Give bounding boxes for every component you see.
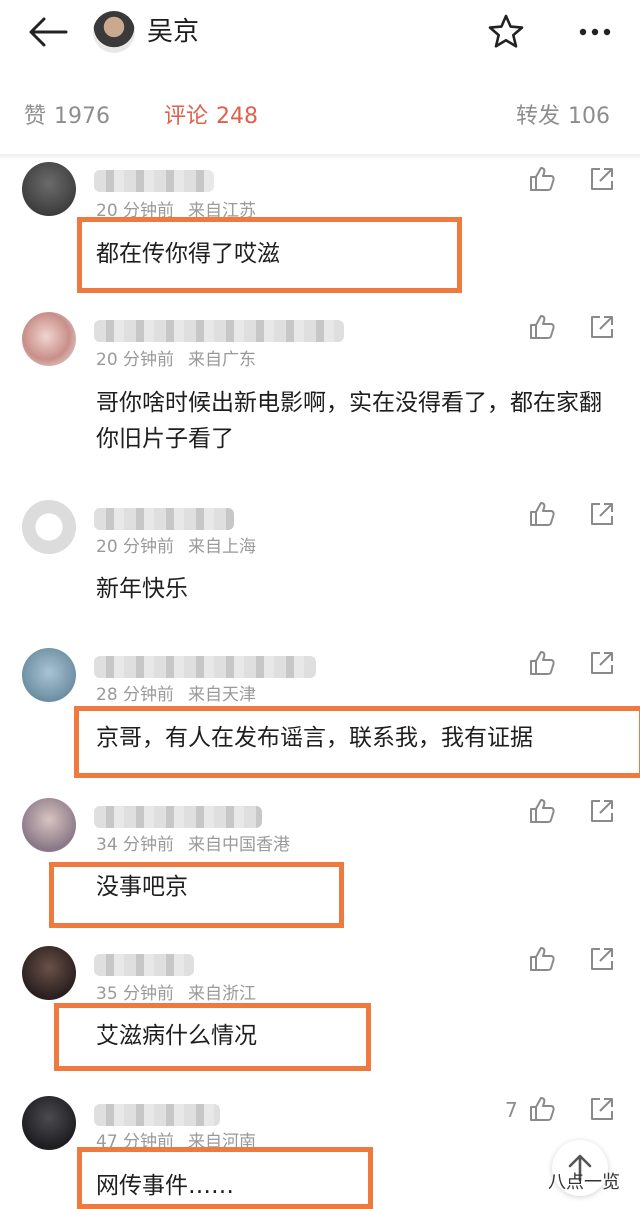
share-icon[interactable]: [589, 946, 615, 972]
thumb-up-icon[interactable]: [528, 945, 556, 973]
share-icon[interactable]: [589, 798, 615, 824]
comment-text: 哥你啥时候出新电影啊，实在没得看了，都在家翻你旧片子看了: [96, 390, 602, 452]
comment-location: 来自浙江: [188, 984, 257, 1004]
share-icon[interactable]: [589, 314, 615, 340]
thumb-up-icon[interactable]: [528, 500, 556, 528]
tab-reposts-count: 106: [568, 104, 611, 129]
commenter-avatar[interactable]: [22, 1096, 76, 1150]
thumb-up-icon[interactable]: [528, 797, 556, 825]
tab-comments-label: 评论: [164, 104, 209, 129]
more-icon[interactable]: [577, 16, 613, 48]
commenter-username-blurred[interactable]: [94, 320, 344, 342]
tab-likes[interactable]: 赞 1976: [24, 100, 110, 134]
comment-location: 来自天津: [188, 685, 257, 705]
thumb-up-icon[interactable]: [528, 165, 556, 193]
commenter-avatar[interactable]: [22, 648, 76, 702]
tab-comments-count: 248: [216, 104, 259, 129]
share-icon[interactable]: [589, 650, 615, 676]
share-icon[interactable]: [589, 501, 615, 527]
highlight-box: [77, 1147, 373, 1209]
back-arrow-icon[interactable]: [26, 14, 70, 50]
author-avatar[interactable]: [93, 11, 135, 53]
like-count: 7: [505, 1098, 518, 1122]
thumb-up-icon[interactable]: [528, 1095, 556, 1123]
commenter-username-blurred[interactable]: [94, 656, 316, 678]
tab-likes-label: 赞: [24, 104, 47, 129]
thumb-up-icon[interactable]: [528, 649, 556, 677]
star-icon[interactable]: [486, 12, 526, 52]
commenter-avatar[interactable]: [22, 500, 76, 554]
share-icon[interactable]: [589, 166, 615, 192]
comment-time: 20 分钟前: [96, 350, 175, 370]
top-bar: 吴京: [0, 0, 640, 68]
tabs-divider: [0, 154, 640, 160]
comment-location: 来自上海: [188, 537, 257, 557]
comment-meta: 34 分钟前 来自中国香港: [96, 833, 290, 857]
commenter-username-blurred[interactable]: [94, 170, 214, 192]
stats-tabs: 赞 1976 评论 248 转发 106: [0, 86, 640, 150]
commenter-avatar[interactable]: [22, 162, 76, 216]
comment-time: 20 分钟前: [96, 537, 175, 557]
highlight-box: [49, 862, 344, 928]
share-icon[interactable]: [589, 1096, 615, 1122]
tab-reposts[interactable]: 转发 106: [516, 100, 610, 134]
tab-comments[interactable]: 评论 248: [164, 100, 258, 134]
commenter-avatar[interactable]: [22, 798, 76, 852]
watermark: 八点一览: [548, 1172, 620, 1193]
commenter-username-blurred[interactable]: [94, 508, 234, 530]
comment-meta: 20 分钟前 来自广东: [96, 348, 256, 372]
comment-time: 28 分钟前: [96, 685, 175, 705]
commenter-avatar[interactable]: [22, 946, 76, 1000]
highlight-box: [77, 217, 462, 293]
comment-meta: 20 分钟前 来自上海: [96, 535, 256, 559]
highlight-box: [74, 706, 640, 778]
thumb-up-icon[interactable]: [528, 313, 556, 341]
commenter-username-blurred[interactable]: [94, 806, 262, 828]
tab-likes-count: 1976: [54, 104, 111, 129]
comment-time: 34 分钟前: [96, 835, 175, 855]
tab-reposts-label: 转发: [516, 104, 561, 129]
commenter-username-blurred[interactable]: [94, 1104, 220, 1126]
commenter-username-blurred[interactable]: [94, 954, 194, 976]
highlight-box: [54, 1003, 371, 1071]
commenter-avatar[interactable]: [22, 312, 76, 366]
comment-location: 来自广东: [188, 350, 257, 370]
comment-text: 新年快乐: [96, 576, 188, 602]
page-title[interactable]: 吴京: [147, 14, 199, 50]
comment-time: 35 分钟前: [96, 984, 175, 1004]
comment-meta: 28 分钟前 来自天津: [96, 683, 256, 707]
comment-location: 来自中国香港: [188, 835, 291, 855]
